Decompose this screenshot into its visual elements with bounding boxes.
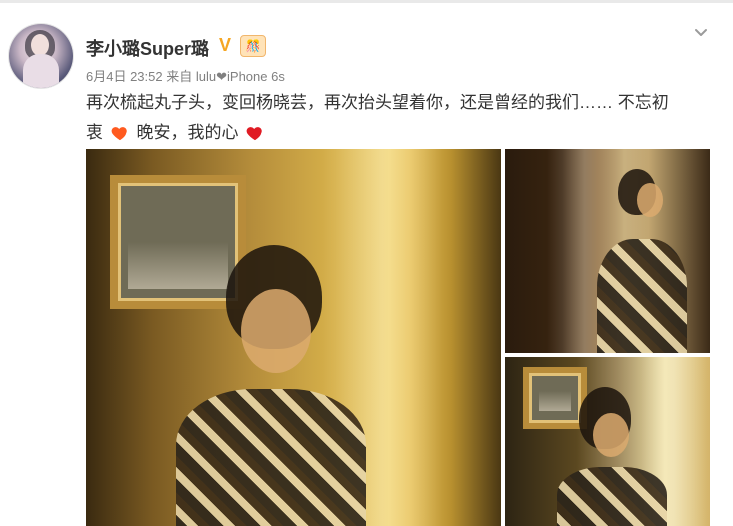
person-dress <box>597 239 687 353</box>
avatar[interactable] <box>9 24 73 88</box>
avatar-face-shape <box>31 34 49 56</box>
heart-icon <box>111 127 127 141</box>
post-image-main[interactable] <box>86 149 501 526</box>
person-face <box>593 413 629 457</box>
author-name[interactable]: 李小璐Super璐 <box>86 35 209 61</box>
verified-badge: V <box>218 34 231 55</box>
person-face <box>241 289 311 373</box>
source-prefix: 来自 <box>166 69 193 84</box>
wall-painting <box>523 367 587 429</box>
person-dress <box>557 467 667 526</box>
avatar-dress-shape <box>23 54 59 88</box>
post-text: 再次梳起丸子头，变回杨晓芸，再次抬头望着你，还是曾经的我们…… 不忘初 衷 晚安… <box>86 88 726 148</box>
person-face <box>637 183 663 217</box>
top-divider <box>0 0 733 3</box>
post-date[interactable]: 6月4日 23:52 <box>86 69 163 84</box>
person-dress <box>176 389 366 526</box>
post-text-prefix: 衷 <box>86 123 103 142</box>
chevron-down-icon[interactable] <box>694 26 708 40</box>
post-image-bottom-right[interactable] <box>505 357 710 526</box>
post-text-line-2: 衷 晚安，我的心 <box>86 118 726 148</box>
post-meta: 6月4日 23:52 来自 lulu❤iPhone 6s <box>86 66 285 85</box>
post-device[interactable]: lulu❤iPhone 6s <box>196 69 285 84</box>
post-text-line-1: 再次梳起丸子头，变回杨晓芸，再次抬头望着你，还是曾经的我们…… 不忘初 <box>86 93 669 112</box>
weibo-post-card: 李小璐Super璐 V 🎊 6月4日 23:52 来自 lulu❤iPhone … <box>0 0 733 526</box>
post-text-goodnight: 晚安，我的心 <box>136 123 239 142</box>
heart-icon <box>246 127 262 141</box>
post-image-top-right[interactable] <box>505 149 710 353</box>
vip-badge: 🎊 <box>240 35 266 57</box>
